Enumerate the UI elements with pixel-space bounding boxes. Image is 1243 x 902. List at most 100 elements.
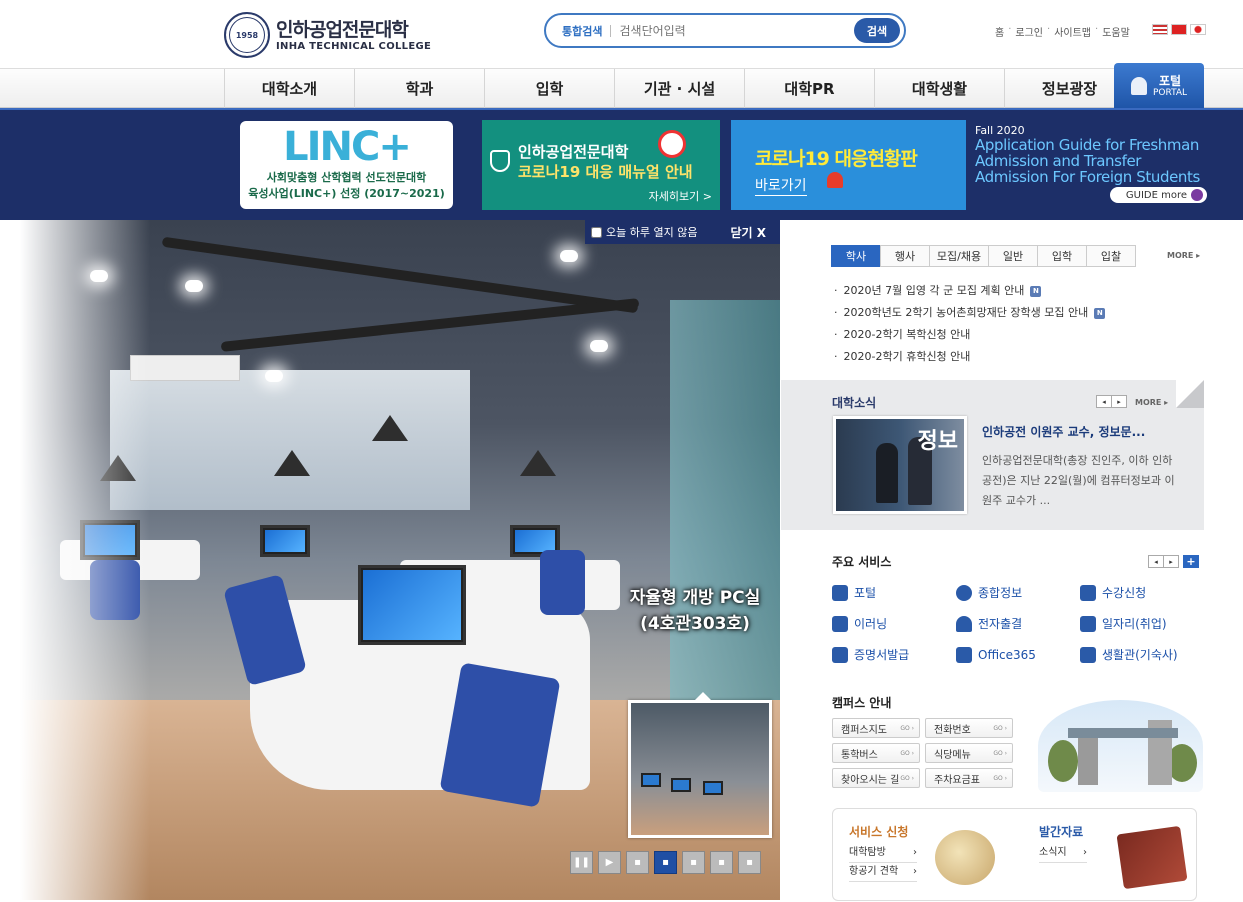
nav-item-admission[interactable]: 입학 <box>484 69 614 108</box>
service-portal[interactable]: 포털 <box>832 583 956 602</box>
tab-academic[interactable]: 학사 <box>831 245 881 267</box>
photo-left-fade <box>20 220 150 900</box>
tab-general[interactable]: 일반 <box>988 245 1038 267</box>
slide-5-button[interactable]: ▪ <box>738 851 761 874</box>
shield-icon <box>490 150 510 172</box>
main-navigation: 대학소개 학과 입학 기관 · 시설 대학PR 대학생활 정보광장 <box>0 68 1243 108</box>
phone-directory-button[interactable]: 전화번호 GO › <box>925 718 1013 738</box>
tab-admission[interactable]: 입학 <box>1037 245 1087 267</box>
notice-item[interactable]: · 2020년 7월 입영 각 군 모집 계획 안내 N <box>834 280 1105 302</box>
book-illustration <box>1116 825 1188 890</box>
pause-icon[interactable]: ❚❚ <box>570 851 593 874</box>
portal-icon <box>832 584 848 601</box>
notice-item[interactable]: · 2020-2학기 휴학신청 안내 <box>834 346 1105 368</box>
nav-item-departments[interactable]: 학과 <box>354 69 484 108</box>
plus-icon[interactable]: + <box>1183 555 1199 568</box>
thumb-monitor <box>703 781 723 795</box>
dont-open-today-checkbox[interactable] <box>591 226 602 238</box>
portal-button[interactable]: 포털 PORTAL <box>1114 63 1204 108</box>
dormitory-icon <box>1080 646 1096 663</box>
services-grid: 포털 종합정보 수강신청 이러닝 전자출결 일자리(취업) 증명서발급 Offi… <box>832 583 1202 664</box>
service-registration[interactable]: 수강신청 <box>1080 583 1204 602</box>
covid-manual-banner[interactable]: 인하공업전문대학 코로나19 대응 매뉴얼 안내 자세히보기 > <box>482 120 720 210</box>
login-link[interactable]: 로그인 <box>1015 24 1043 39</box>
popup-close-button[interactable]: 닫기 X <box>730 224 766 241</box>
campus-map-button[interactable]: 캠퍼스지도 GO › <box>832 718 920 738</box>
photo-pipe <box>161 236 639 314</box>
news-pager: ◂ ▸ <box>1096 395 1127 408</box>
tab-recruit[interactable]: 모집/채용 <box>929 245 989 267</box>
play-icon[interactable]: ▶ <box>598 851 621 874</box>
nav-item-pr[interactable]: 대학PR <box>744 69 874 108</box>
slide-3-button[interactable]: ▪ <box>682 851 705 874</box>
utility-links: 홈 · 로그인 · 사이트맵 · 도움말 <box>995 24 1130 39</box>
search-label: 통합검색 <box>562 24 603 38</box>
help-link[interactable]: 도움말 <box>1102 24 1130 39</box>
service-attendance[interactable]: 전자출결 <box>956 614 1080 633</box>
service-office365[interactable]: Office365 <box>956 645 1080 664</box>
nav-item-about[interactable]: 대학소개 <box>224 69 354 108</box>
slide-2-button[interactable]: ▪ <box>654 851 677 874</box>
tab-events[interactable]: 행사 <box>880 245 930 267</box>
service-info[interactable]: 종합정보 <box>956 583 1080 602</box>
status-banner-title: 코로나19 대응현황판 <box>755 148 918 170</box>
aircraft-tour-link[interactable]: 항공기 견학 › <box>849 862 917 882</box>
search-button[interactable]: 검색 <box>854 18 900 43</box>
notice-item[interactable]: · 2020-2학기 복학신청 안내 <box>834 324 1105 346</box>
guide-more-button[interactable]: GUIDE more <box>1110 187 1207 203</box>
cafeteria-menu-button[interactable]: 식당메뉴 GO › <box>925 743 1013 763</box>
photo-light <box>185 280 203 292</box>
linc-line2: 육성사업(LINC+) 선정 (2017~2021) <box>248 187 445 200</box>
status-banner-link[interactable]: 바로가기 <box>755 175 807 196</box>
sitemap-link[interactable]: 사이트맵 <box>1054 24 1091 39</box>
dont-open-today-label[interactable]: 오늘 하루 열지 않음 <box>606 224 697 240</box>
service-elearning[interactable]: 이러닝 <box>832 614 956 633</box>
news-photo[interactable]: 정보 <box>833 416 967 514</box>
covid-banner-more[interactable]: 자세히보기 > <box>649 188 712 204</box>
photo-chair <box>223 573 307 687</box>
prev-arrow-icon[interactable]: ◂ <box>1148 555 1164 568</box>
japan-flag-icon[interactable] <box>1190 24 1206 35</box>
siren-icon <box>827 172 843 188</box>
slide-controls: ❚❚ ▶ ▪ ▪ ▪ ▪ ▪ <box>570 851 761 874</box>
photo-light <box>590 340 608 352</box>
service-request-title: 서비스 신청 <box>849 825 909 839</box>
nav-item-campus-life[interactable]: 대학생활 <box>874 69 1004 108</box>
services-pager: ◂ ▸ + <box>1148 555 1199 568</box>
directions-button[interactable]: 찾아오시는 길 GO › <box>832 768 920 788</box>
china-flag-icon[interactable] <box>1171 24 1187 35</box>
nav-item-facilities[interactable]: 기관 · 시설 <box>614 69 744 108</box>
slide-4-button[interactable]: ▪ <box>710 851 733 874</box>
service-certificate[interactable]: 증명서발급 <box>832 645 956 664</box>
home-link[interactable]: 홈 <box>995 24 1004 39</box>
shuttle-bus-button[interactable]: 통학버스 GO › <box>832 743 920 763</box>
linc-banner[interactable]: LINC+ 사회맞춤형 산학협력 선도전문대학 육성사업(LINC+) 선정 (… <box>240 121 453 209</box>
campus-tour-link[interactable]: 대학탐방 › <box>849 843 917 863</box>
slide-thumbnail[interactable] <box>628 692 772 838</box>
next-arrow-icon[interactable]: ▸ <box>1163 555 1179 568</box>
logo-korean-name: 인하공업전문대학 <box>276 18 409 41</box>
news-headline[interactable]: 인하공전 이원주 교수, 정보문... <box>982 423 1145 440</box>
notice-list: · 2020년 7월 입영 각 군 모집 계획 안내 N · 2020학년도 2학기 … <box>834 280 1106 368</box>
office-icon <box>956 646 972 663</box>
monitor-icon <box>1080 584 1096 601</box>
job-icon <box>1080 615 1096 632</box>
notice-more-link[interactable]: MORE ▸ <box>1167 251 1200 260</box>
college-logo[interactable]: 1958 인하공업전문대학 INHA TECHNICAL COLLEGE <box>224 12 431 58</box>
foreign-guide-banner[interactable]: Fall 2020 Application Guide for Freshman… <box>975 124 1215 203</box>
parking-fee-button[interactable]: 주차요금표 GO › <box>925 768 1013 788</box>
next-arrow-icon[interactable]: ▸ <box>1111 395 1127 408</box>
no-virus-icon <box>658 130 686 158</box>
covid-status-banner[interactable]: 코로나19 대응현황판 바로가기 <box>731 120 966 210</box>
notice-item[interactable]: · 2020학년도 2학기 농어촌희망재단 장학생 모집 안내 N <box>834 302 1106 324</box>
newsletter-link[interactable]: 소식지 › <box>1039 843 1087 863</box>
tab-bidding[interactable]: 입찰 <box>1086 245 1136 267</box>
service-dormitory[interactable]: 생활관(기숙사) <box>1080 645 1204 664</box>
prev-arrow-icon[interactable]: ◂ <box>1096 395 1112 408</box>
news-more-link[interactable]: MORE ▸ <box>1135 398 1168 407</box>
slide-1-button[interactable]: ▪ <box>626 851 649 874</box>
search-input[interactable] <box>619 23 850 38</box>
new-badge: N <box>1030 285 1042 297</box>
service-jobs[interactable]: 일자리(취업) <box>1080 614 1204 633</box>
us-flag-icon[interactable] <box>1152 24 1168 35</box>
